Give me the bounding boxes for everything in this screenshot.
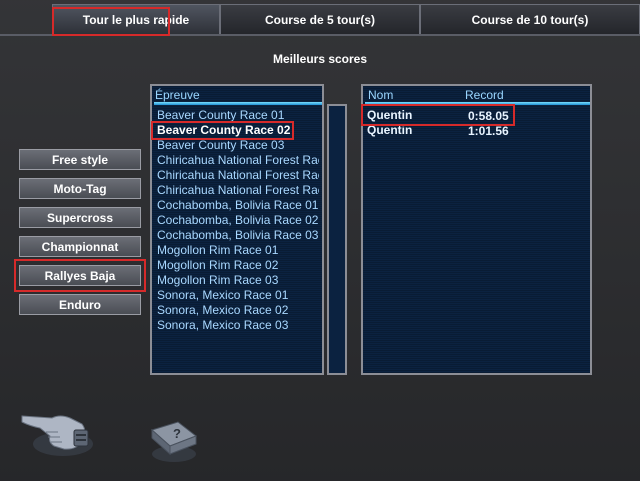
tab-highlight-frame xyxy=(52,7,170,36)
category-moto-tag-button[interactable]: Moto-Tag xyxy=(19,178,141,199)
race-list-item[interactable]: Mogollon Rim Race 02 xyxy=(157,258,319,273)
category-enduro-button[interactable]: Enduro xyxy=(19,294,141,315)
category-supercross-button[interactable]: Supercross xyxy=(19,207,141,228)
score-record-2: 1:01.56 xyxy=(468,124,509,138)
race-list-header-line xyxy=(154,102,322,105)
race-list-item[interactable]: Sonora, Mexico Race 02 xyxy=(157,303,319,318)
pointing-hand-icon[interactable] xyxy=(18,402,98,462)
race-list-item[interactable]: Chiricahua National Forest Race 01 xyxy=(157,153,319,168)
svg-text:?: ? xyxy=(173,426,181,441)
high-scores-screen: Tour le plus rapide Course de 5 tour(s) … xyxy=(0,0,640,481)
race-list-item[interactable]: Cochabomba, Bolivia Race 02 xyxy=(157,213,319,228)
race-list-item[interactable]: Sonora, Mexico Race 01 xyxy=(157,288,319,303)
scores-header-name: Nom xyxy=(368,88,394,102)
race-list-item[interactable]: Chiricahua National Forest Race 02 xyxy=(157,168,319,183)
race-list-scrollbar[interactable] xyxy=(327,104,347,375)
category-free-style-button[interactable]: Free style xyxy=(19,149,141,170)
category-highlight-frame xyxy=(14,259,146,292)
section-title: Meilleurs scores xyxy=(272,52,368,66)
race-list-item[interactable]: Cochabomba, Bolivia Race 03 xyxy=(157,228,319,243)
race-list-item[interactable]: Mogollon Rim Race 03 xyxy=(157,273,319,288)
race-list-item[interactable]: Mogollon Rim Race 01 xyxy=(157,243,319,258)
race-list-item[interactable]: Beaver County Race 03 xyxy=(157,138,319,153)
help-book-icon[interactable]: ? xyxy=(146,416,201,464)
race-list-item[interactable]: Chiricahua National Forest Race 03 xyxy=(157,183,319,198)
scores-header-record: Record xyxy=(465,88,504,102)
race-highlight-frame xyxy=(151,121,294,140)
race-list-item[interactable]: Sonora, Mexico Race 03 xyxy=(157,318,319,333)
category-championnat-button[interactable]: Championnat xyxy=(19,236,141,257)
tab-10-laps[interactable]: Course de 10 tour(s) xyxy=(420,4,640,34)
tab-5-laps[interactable]: Course de 5 tour(s) xyxy=(220,4,420,34)
race-list-header: Épreuve xyxy=(155,88,200,102)
score-highlight-frame xyxy=(361,104,515,126)
race-list-item[interactable]: Cochabomba, Bolivia Race 01 xyxy=(157,198,319,213)
